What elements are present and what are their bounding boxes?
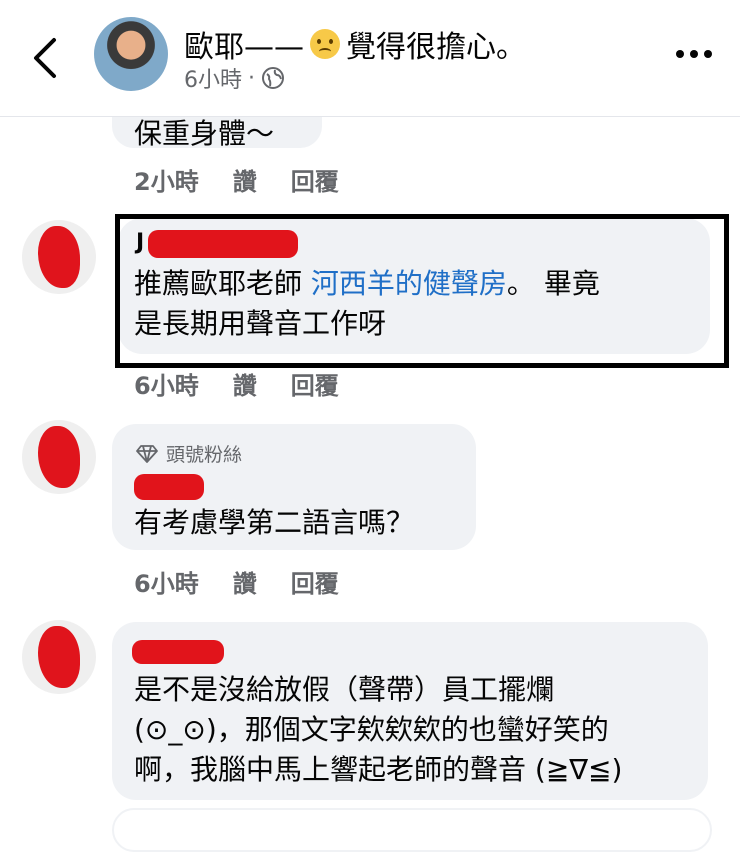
commenter-avatar[interactable]	[22, 220, 96, 294]
reply-button[interactable]: 回覆	[291, 366, 339, 401]
like-button[interactable]: 讚	[233, 162, 257, 197]
commenter-avatar[interactable]	[22, 620, 96, 694]
comment-text-line1: 是不是沒給放假（聲帶）員工擺爛	[134, 673, 555, 706]
post-time[interactable]: 6小時	[184, 62, 242, 94]
post-title: 歐耶—— 覺得很擔心。	[184, 22, 526, 66]
post-header: 歐耶—— 覺得很擔心。 6小時 ·	[0, 0, 740, 117]
redaction-scribble	[38, 425, 80, 489]
comment-text: 有考慮學第二語言嗎？	[134, 506, 415, 539]
comment-text: 保重身體～	[134, 117, 275, 148]
comment-actions: 6小時 讚 回覆	[134, 366, 339, 401]
comment-time[interactable]: 2小時	[134, 162, 199, 197]
meta-dot: ·	[248, 65, 255, 91]
author-avatar[interactable]	[94, 17, 168, 91]
redaction-scribble	[38, 225, 80, 289]
title-prefix: 歐耶——	[184, 30, 304, 65]
worried-face-emoji	[310, 29, 340, 59]
redacted-name	[134, 474, 204, 500]
redacted-name	[132, 640, 224, 664]
more-dots-icon	[676, 50, 684, 58]
comment-time[interactable]: 6小時	[134, 366, 199, 401]
like-button[interactable]: 讚	[233, 366, 257, 401]
redaction-scribble	[38, 625, 80, 689]
badge-label: 頭號粉絲	[166, 444, 243, 466]
back-button[interactable]	[26, 36, 66, 80]
comment-actions: 2小時 讚 回覆	[134, 162, 339, 197]
diamond-icon	[136, 444, 158, 463]
comment-time[interactable]: 6小時	[134, 564, 199, 599]
comment-text-line2: (⊙_⊙)，那個文字欸欸欸的也蠻好笑的	[134, 713, 609, 746]
reply-button[interactable]: 回覆	[291, 564, 339, 599]
more-options-button[interactable]	[676, 50, 712, 58]
post-meta: 6小時 ·	[184, 62, 285, 94]
next-comment-bubble	[112, 808, 712, 852]
comment-text-line3: 啊，我腦中馬上響起老師的聲音 (≧∇≦)	[134, 753, 623, 786]
top-fan-badge: 頭號粉絲	[136, 440, 242, 467]
chevron-left-icon	[34, 38, 56, 78]
title-suffix: 覺得很擔心。	[346, 30, 526, 65]
commenter-avatar[interactable]	[22, 420, 96, 494]
highlight-frame	[115, 214, 729, 368]
like-button[interactable]: 讚	[233, 564, 257, 599]
globe-icon	[262, 67, 284, 89]
reply-button[interactable]: 回覆	[291, 162, 339, 197]
comment-actions: 6小時 讚 回覆	[134, 564, 339, 599]
